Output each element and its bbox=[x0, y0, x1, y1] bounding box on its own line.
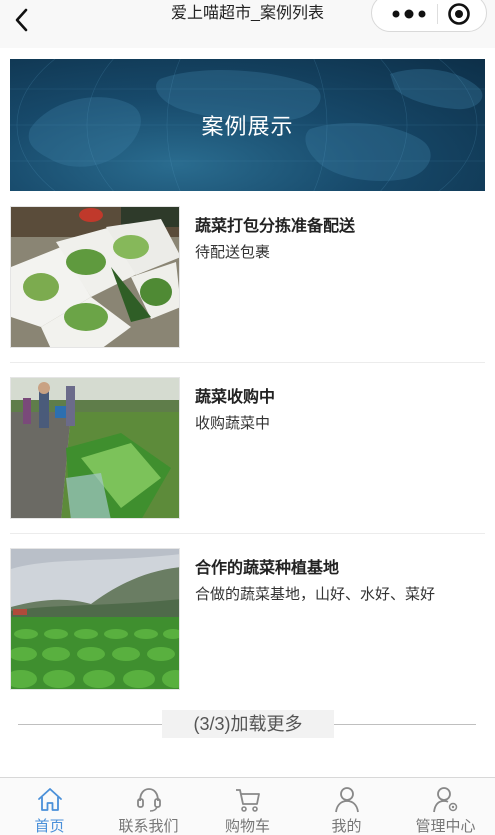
tab-label: 管理中心 bbox=[415, 818, 476, 835]
case-description: 收购蔬菜中 bbox=[195, 415, 271, 432]
load-more-button[interactable]: (3/3)加载更多 bbox=[162, 710, 334, 738]
target-circle-icon bbox=[448, 3, 470, 25]
tab-label: 首页 bbox=[34, 818, 65, 835]
case-title: 蔬菜收购中 bbox=[195, 389, 276, 406]
case-item[interactable]: 合作的蔬菜种植基地 合做的蔬菜基地，山好、水好、菜好 bbox=[0, 548, 495, 704]
case-description: 待配送包裹 bbox=[195, 244, 271, 261]
tab-home[interactable]: 首页 bbox=[0, 778, 99, 835]
banner-title: 案例展示 bbox=[201, 114, 294, 139]
more-button[interactable] bbox=[382, 1, 436, 27]
navigation-bar: 爱上喵超市_案例列表 bbox=[0, 0, 495, 48]
tab-admin[interactable]: 管理中心 bbox=[396, 778, 495, 835]
vegetable-farm-image bbox=[11, 549, 179, 689]
banner: 案例展示 bbox=[10, 59, 485, 191]
case-description: 合做的蔬菜基地，山好、水好、菜好 bbox=[195, 586, 436, 603]
user-settings-icon bbox=[433, 787, 458, 813]
case-title: 蔬菜打包分拣准备配送 bbox=[195, 218, 356, 235]
tab-label: 购物车 bbox=[224, 818, 270, 835]
mini-program-capsule bbox=[371, 0, 487, 32]
capsule-divider bbox=[437, 4, 438, 24]
case-item[interactable]: 蔬菜打包分拣准备配送 待配送包裹 bbox=[0, 206, 495, 362]
home-icon bbox=[38, 788, 62, 811]
vegetable-harvest-image bbox=[11, 378, 179, 518]
tab-bar: 首页 联系我们 购物车 我的 管理中心 bbox=[0, 777, 495, 835]
case-item[interactable]: 蔬菜收购中 收购蔬菜中 bbox=[0, 377, 495, 533]
close-button[interactable] bbox=[444, 0, 474, 28]
tab-contact[interactable]: 联系我们 bbox=[99, 778, 198, 835]
vegetables-boxes-image bbox=[11, 207, 179, 347]
headset-icon bbox=[137, 788, 161, 812]
case-thumbnail bbox=[10, 377, 180, 519]
divider bbox=[10, 362, 485, 363]
divider bbox=[10, 533, 485, 534]
tab-cart[interactable]: 购物车 bbox=[198, 778, 297, 835]
case-thumbnail bbox=[10, 206, 180, 348]
tab-mine[interactable]: 我的 bbox=[297, 778, 396, 835]
user-icon bbox=[335, 787, 359, 813]
cart-icon bbox=[236, 789, 260, 812]
tab-label: 我的 bbox=[331, 818, 362, 835]
more-dots-icon bbox=[392, 9, 426, 19]
case-thumbnail bbox=[10, 548, 180, 690]
case-title: 合作的蔬菜种植基地 bbox=[195, 560, 340, 577]
tab-label: 联系我们 bbox=[118, 818, 179, 835]
